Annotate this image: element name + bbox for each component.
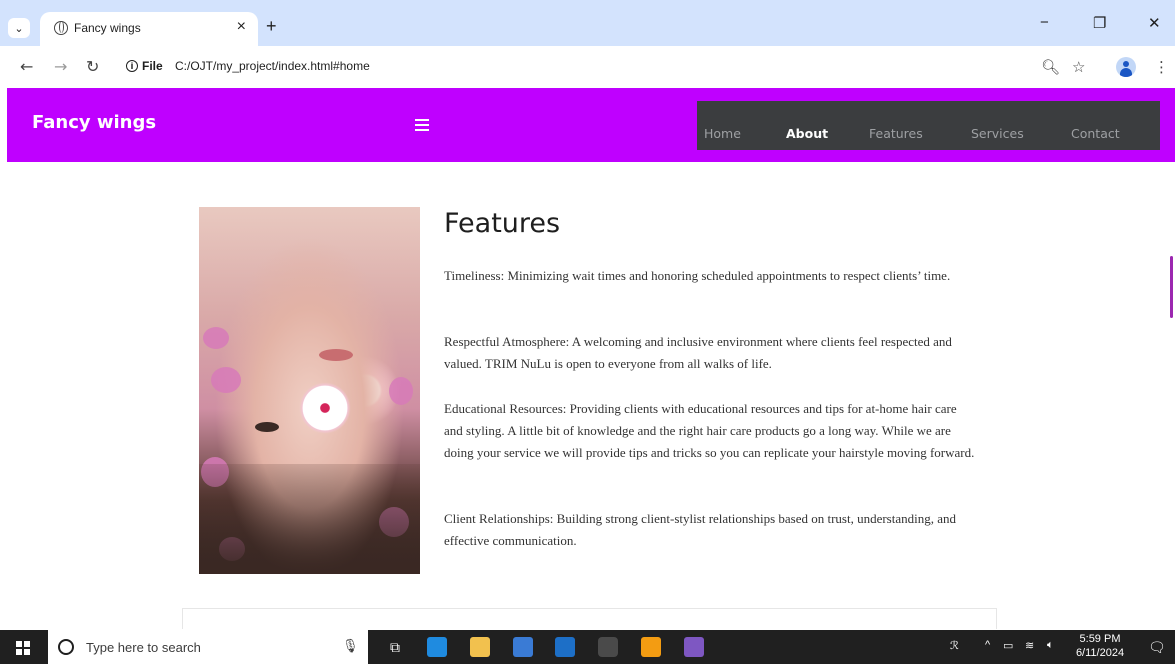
notifications-icon[interactable]: 🗨︎ (1148, 639, 1166, 656)
zoom-icon[interactable]: 🔍︎ (1041, 58, 1060, 76)
forward-arrow-icon[interactable]: → (54, 57, 67, 76)
feature-paragraph: Client Relationships: Building strong cl… (444, 511, 957, 548)
browser-tab-strip: ⌄ Fancy wings × + − ❐ ✕ (0, 0, 1175, 46)
star-icon[interactable]: ☆ (1072, 58, 1085, 76)
battery-icon[interactable]: ▭ (1003, 639, 1013, 652)
restore-button[interactable]: ❐ (1093, 14, 1106, 32)
profile-avatar[interactable] (1116, 57, 1136, 77)
reload-icon[interactable]: ↻ (86, 57, 99, 76)
hamburger-menu-icon[interactable] (415, 119, 429, 131)
info-icon[interactable]: i (126, 60, 138, 72)
wifi-icon[interactable]: ≋ (1025, 639, 1034, 652)
volume-icon[interactable]: 🔈︎ (1047, 639, 1054, 652)
search-icon (58, 639, 74, 655)
menu-dots-icon[interactable]: ⋮ (1154, 58, 1169, 76)
nav-item-home[interactable]: Home (704, 126, 741, 141)
chevron-down-icon: ⌄ (14, 21, 24, 35)
nav-item-about[interactable]: About (786, 126, 828, 141)
address-bar[interactable]: i File C:/OJT/my_project/index.html#home (112, 52, 1092, 82)
microphone-icon[interactable]: 🎙︎ (342, 639, 359, 654)
feature-paragraph: Educational Resources: Providing clients… (444, 401, 975, 460)
chevron-up-icon[interactable]: ^ (985, 639, 990, 651)
clock-date: 6/11/2024 (1075, 647, 1125, 659)
globe-icon (54, 21, 68, 35)
mail-icon[interactable] (555, 637, 575, 657)
feature-paragraph: Timeliness: Minimizing wait times and ho… (444, 268, 951, 283)
taskbar-search[interactable]: Type here to search 🎙︎ (48, 630, 368, 664)
site-brand[interactable]: Fancy wings (32, 112, 156, 133)
nav-item-features[interactable]: Features (869, 126, 923, 141)
nav-item-contact[interactable]: Contact (1071, 126, 1120, 141)
chrome-icon[interactable] (598, 637, 618, 657)
taskbar: Type here to search 🎙︎ ⧉ ℛ ^ ▭ ≋ 🔈︎ 5:59… (0, 630, 1175, 664)
browser-tab[interactable]: Fancy wings × (40, 12, 258, 46)
tab-title: Fancy wings (74, 21, 141, 35)
people-icon[interactable]: ℛ (950, 639, 959, 652)
file-explorer-icon[interactable] (470, 637, 490, 657)
url-text[interactable]: C:/OJT/my_project/index.html#home (175, 59, 370, 73)
tab-search-button[interactable]: ⌄ (8, 18, 30, 38)
minimize-button[interactable]: − (1040, 14, 1049, 31)
section-title: Features (444, 208, 561, 239)
new-tab-button[interactable]: + (266, 16, 277, 37)
tab-close-button[interactable]: × (237, 18, 246, 36)
scroll-indicator[interactable] (1170, 256, 1173, 318)
feature-paragraph: Respectful Atmosphere: A welcoming and i… (444, 334, 952, 371)
feature-photo (199, 207, 420, 574)
taskbar-search-placeholder[interactable]: Type here to search (86, 640, 201, 655)
site-header: Fancy wings Home About Features Services… (7, 88, 1175, 162)
clock-time: 5:59 PM (1079, 633, 1121, 645)
taskbar-clock[interactable]: 5:59 PM 6/11/2024 (1070, 632, 1130, 660)
store-icon[interactable] (513, 637, 533, 657)
main-nav: Home About Features Services Contact (697, 101, 1160, 150)
browser-toolbar: ← → ↻ i File C:/OJT/my_project/index.htm… (0, 46, 1175, 88)
task-view-icon[interactable]: ⧉ (390, 639, 400, 656)
snipping-tool-icon[interactable] (684, 637, 704, 657)
file-chip[interactable]: File (142, 59, 163, 73)
windows-start-icon[interactable] (16, 641, 30, 655)
sublime-icon[interactable] (641, 637, 661, 657)
next-section-card (182, 608, 997, 629)
back-arrow-icon[interactable]: ← (20, 57, 33, 76)
nav-item-services[interactable]: Services (971, 126, 1024, 141)
close-window-button[interactable]: ✕ (1148, 14, 1161, 32)
edge-icon[interactable] (427, 637, 447, 657)
